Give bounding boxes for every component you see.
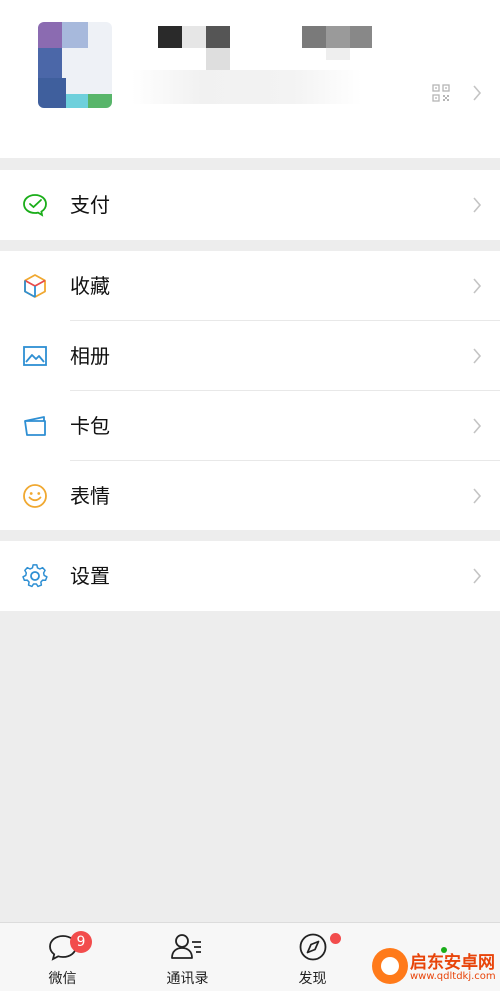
tab-label: 微信: [48, 971, 77, 987]
watermark-title: 启东安卓网: [410, 953, 495, 973]
qr-code-icon[interactable]: [432, 84, 450, 102]
chevron-right-icon: [472, 348, 482, 364]
chevron-right-icon: [472, 488, 482, 504]
new-dot-badge: [330, 933, 341, 944]
menu-item-stickers[interactable]: 表情: [0, 461, 500, 531]
settings-group: 设置: [0, 541, 500, 611]
chevron-right-icon: [472, 197, 482, 213]
menu-item-settings[interactable]: 设置: [0, 541, 500, 611]
chevron-right-icon: [472, 418, 482, 434]
album-image-icon: [22, 343, 48, 369]
card-wallet-icon: [22, 413, 48, 439]
site-watermark: 启东安卓网 www.qdltdkj.com: [372, 946, 500, 990]
nickname-blurred: [158, 26, 378, 74]
favorites-cube-icon: [22, 273, 48, 299]
menu-item-label: 设置: [70, 564, 110, 588]
unread-badge: 9: [70, 931, 92, 953]
menu-item-favorites[interactable]: 收藏: [0, 251, 500, 321]
menu-item-cards[interactable]: 卡包: [0, 391, 500, 461]
profile-header[interactable]: [0, 0, 500, 158]
menu-item-label: 收藏: [70, 274, 110, 298]
pay-group: 支付: [0, 170, 500, 240]
chevron-right-icon: [472, 568, 482, 584]
tab-contacts[interactable]: 通讯录: [125, 923, 250, 991]
avatar[interactable]: [38, 22, 112, 108]
tab-label: 通讯录: [166, 971, 209, 987]
tab-label: 发现: [298, 971, 327, 987]
chevron-right-icon: [472, 85, 482, 101]
menu-item-pay[interactable]: 支付: [0, 170, 500, 240]
watermark-logo: [372, 948, 408, 984]
menu-item-label: 卡包: [70, 414, 110, 438]
contacts-icon: [170, 932, 202, 962]
menu-item-album[interactable]: 相册: [0, 321, 500, 391]
wechat-id-blurred: [132, 70, 362, 104]
tab-chats[interactable]: 9 微信: [0, 923, 125, 991]
gear-icon: [22, 563, 48, 589]
smiley-icon: [22, 483, 48, 509]
tab-discover[interactable]: 发现: [250, 923, 375, 991]
menu-item-label: 支付: [70, 193, 110, 217]
pay-icon: [22, 192, 48, 218]
chevron-right-icon: [472, 278, 482, 294]
menu-item-label: 相册: [70, 344, 110, 368]
menu-item-label: 表情: [70, 484, 110, 508]
compass-icon: [297, 932, 329, 962]
watermark-url: www.qdltdkj.com: [410, 971, 496, 982]
features-group: 收藏 相册 卡包 表情: [0, 251, 500, 530]
